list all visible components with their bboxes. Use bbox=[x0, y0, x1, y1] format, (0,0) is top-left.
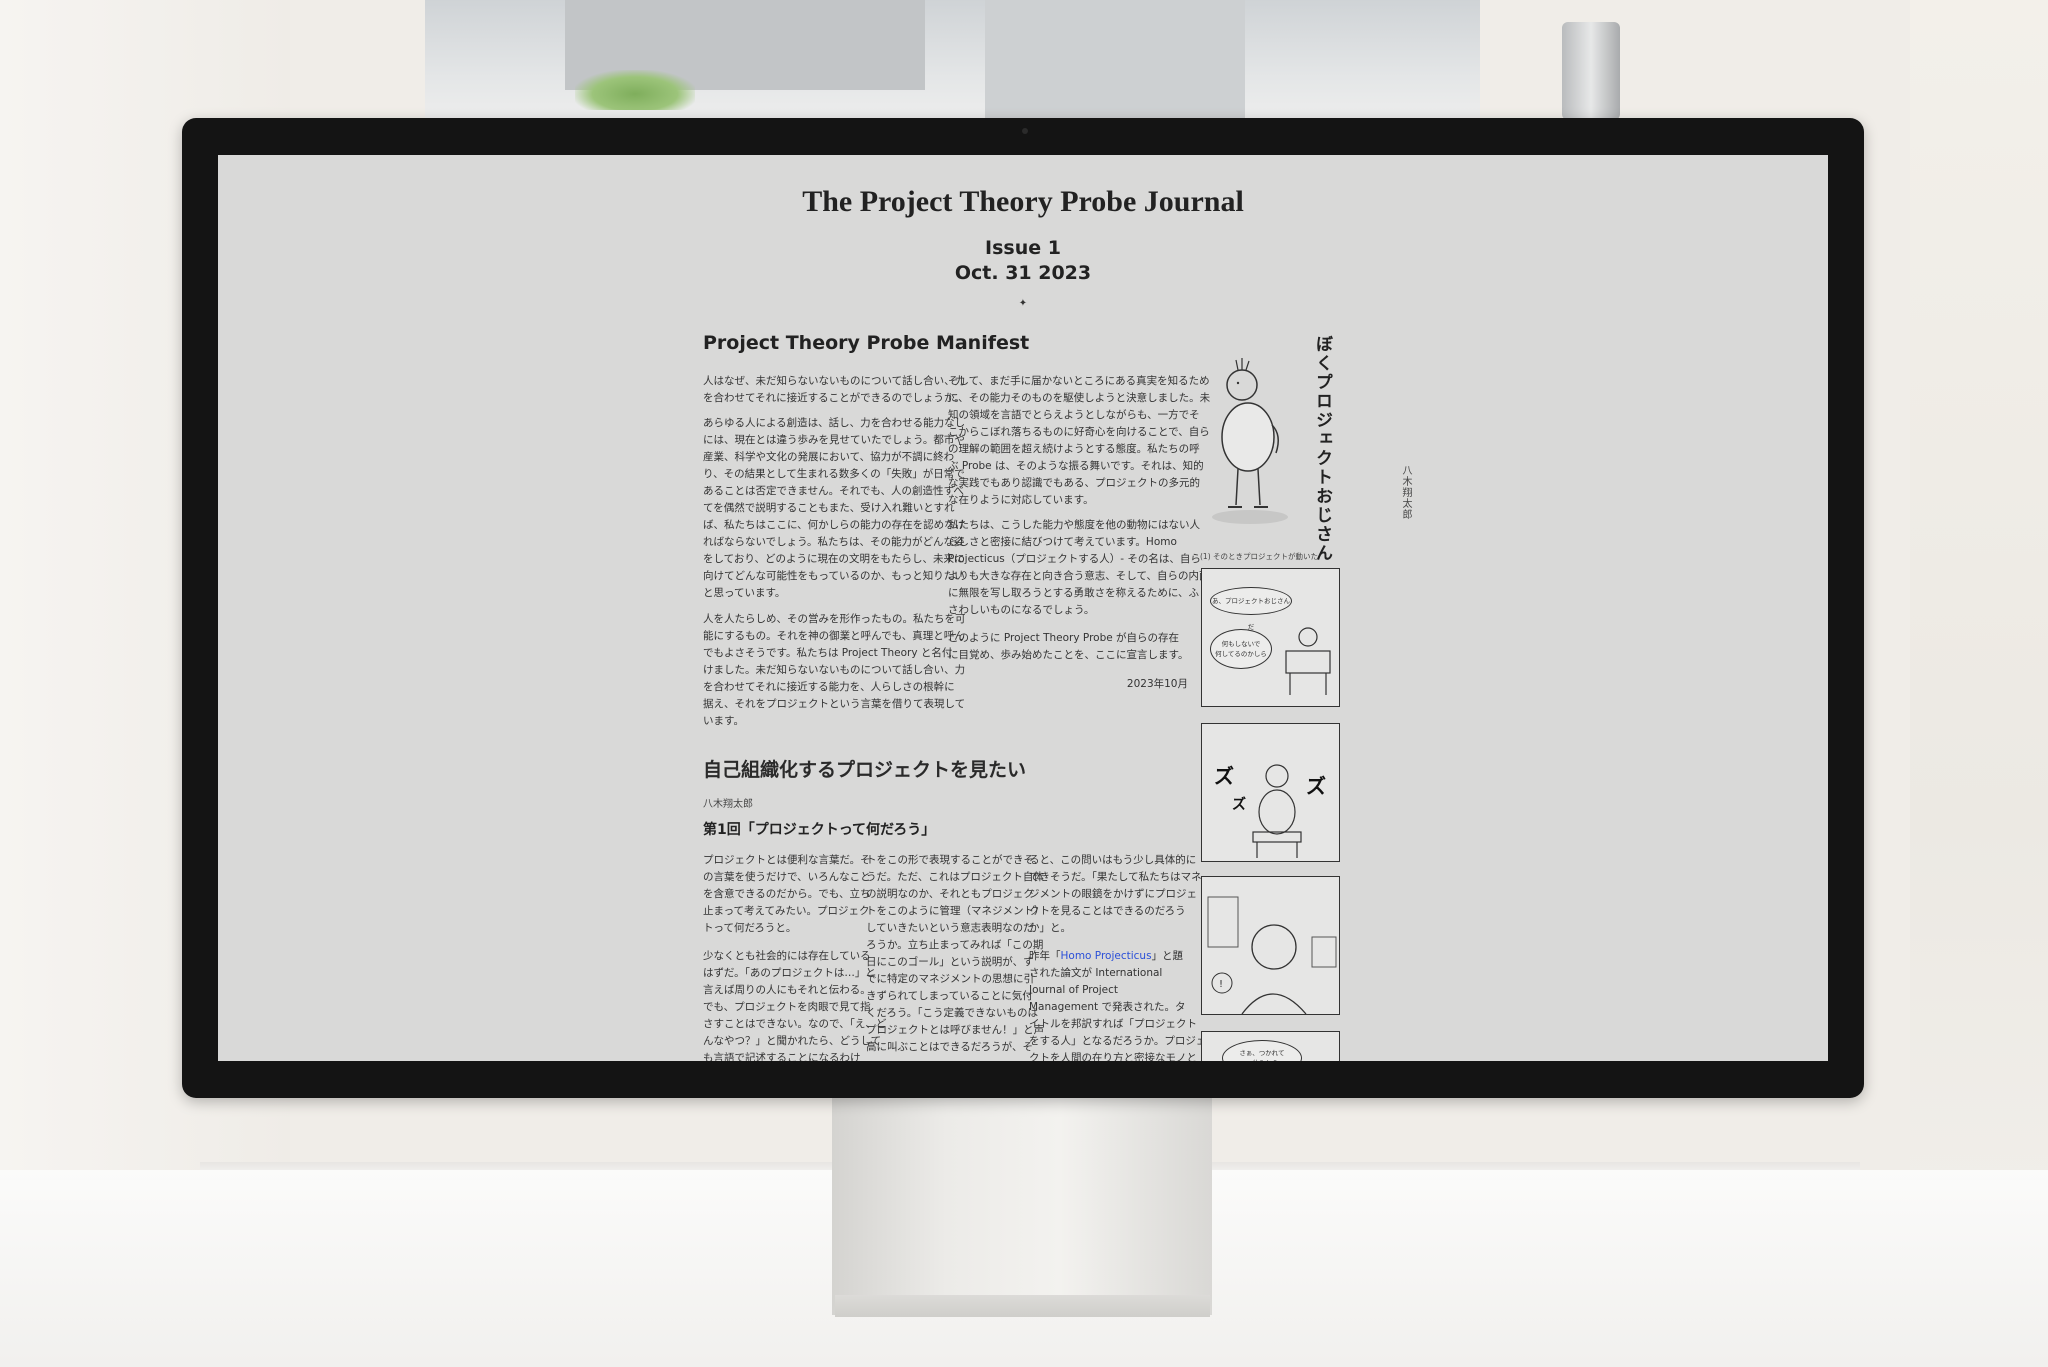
ojisan-sitting-icon bbox=[1285, 627, 1331, 695]
camera-icon bbox=[1022, 128, 1028, 134]
journal-title: The Project Theory Probe Journal bbox=[802, 185, 1244, 218]
monitor-stand bbox=[832, 1085, 1212, 1315]
manifest-heading: Project Theory Probe Manifest bbox=[703, 332, 1030, 354]
manifest-paragraph: このように Project Theory Probe が自らの存在 に目覚め、歩… bbox=[948, 632, 1189, 661]
office-scene-icon: ! bbox=[1207, 896, 1337, 1014]
issue-number: Issue 1 bbox=[985, 237, 1061, 259]
comic-panel: さぁ、つかれて 一休みから bbox=[1201, 1031, 1340, 1061]
monitor-stand-foot bbox=[835, 1295, 1210, 1317]
tree bbox=[575, 70, 695, 110]
comic-author: 八木翔太郎 bbox=[1400, 465, 1411, 520]
comic-panel: ! bbox=[1201, 876, 1340, 1015]
manifest-paragraph: 私たちは、こうした能力や態度を他の動物にはない人 らしさと密接に結びつけて考えて… bbox=[948, 519, 1210, 616]
comic-panel: あ、プロジェクトおじさんだ 何もしないで 何してるのかしら bbox=[1201, 568, 1340, 707]
speech-bubble: さぁ、つかれて 一休みから bbox=[1222, 1040, 1302, 1061]
article-text: 昨年「 bbox=[1029, 950, 1061, 962]
speech-bubble: あ、プロジェクトおじさんだ bbox=[1210, 587, 1292, 631]
sound-effect: ズ bbox=[1232, 797, 1246, 813]
sound-effect: ズ bbox=[1306, 774, 1326, 798]
article-paragraph: トをこの形で表現することができそ うだ。ただ、これはプロジェクト自体 の説明なの… bbox=[866, 854, 1045, 1053]
building bbox=[985, 0, 1245, 120]
article-paragraph: 少なくとも社会的には存在している はずだ。「あのプロジェクトは…」と 言えば周り… bbox=[703, 950, 887, 1061]
article-author: 八木翔太郎 bbox=[703, 799, 753, 810]
divider-ornament: ✦ bbox=[1018, 298, 1028, 309]
manifest-signature: 2023年10月 bbox=[1126, 678, 1188, 690]
article-paragraph: ると、この問いはもう少し具体的に できそうだ。「果たして私たちはマネ ジメントの… bbox=[1029, 854, 1202, 934]
manifest-paragraph: あらゆる人による創造は、話し、力を合わせる能力なし には、現在とは違う歩みを見せ… bbox=[703, 417, 966, 599]
comic-title: ぼくプロジェクトおじさん bbox=[1312, 335, 1332, 563]
window-hinge bbox=[1562, 22, 1620, 120]
article-text: 」と題 された論文が International Journal of Proj… bbox=[1029, 950, 1207, 1061]
article-paragraph: 昨年「Homo Projecticus」と題 された論文が Internatio… bbox=[1029, 948, 1206, 1061]
monitor-screen[interactable]: The Project Theory Probe Journal Issue 1… bbox=[218, 155, 1828, 1061]
speech-bubble: 何もしないで 何してるのかしら bbox=[1210, 629, 1272, 669]
article-heading: 自己組織化するプロジェクトを見たい bbox=[703, 759, 1027, 781]
issue-date: Oct. 31 2023 bbox=[954, 262, 1092, 284]
svg-text:!: ! bbox=[1219, 979, 1223, 990]
manifest-paragraph: 人を人たらしめ、その営みを形作ったもの。私たちを可 能にするもの。それを神の御業… bbox=[703, 613, 966, 727]
article-part-title: 第1回「プロジェクトって何だろう」 bbox=[703, 822, 936, 838]
homo-projecticus-link[interactable]: Homo Projecticus bbox=[1061, 950, 1152, 962]
ojisan-illustration bbox=[1212, 358, 1288, 524]
comic-caption: (1) そのときプロジェクトが動いた bbox=[1200, 552, 1319, 561]
ojisan-rising-icon bbox=[1252, 764, 1302, 858]
article-paragraph: プロジェクトとは便利な言葉だ。そ の言葉を使うだけで、いろんなこと を含意できる… bbox=[703, 854, 871, 934]
comic-panel: ズ ズ ズ bbox=[1201, 723, 1340, 862]
manifest-paragraph: 人はなぜ、未だ知らないないものについて話し合い、力 を合わせてそれに接近すること… bbox=[703, 375, 966, 404]
manifest-paragraph: そして、まだ手に届かないところにある真実を知るため に、その能力そのものを駆使し… bbox=[948, 375, 1211, 506]
sound-effect: ズ bbox=[1214, 764, 1234, 788]
